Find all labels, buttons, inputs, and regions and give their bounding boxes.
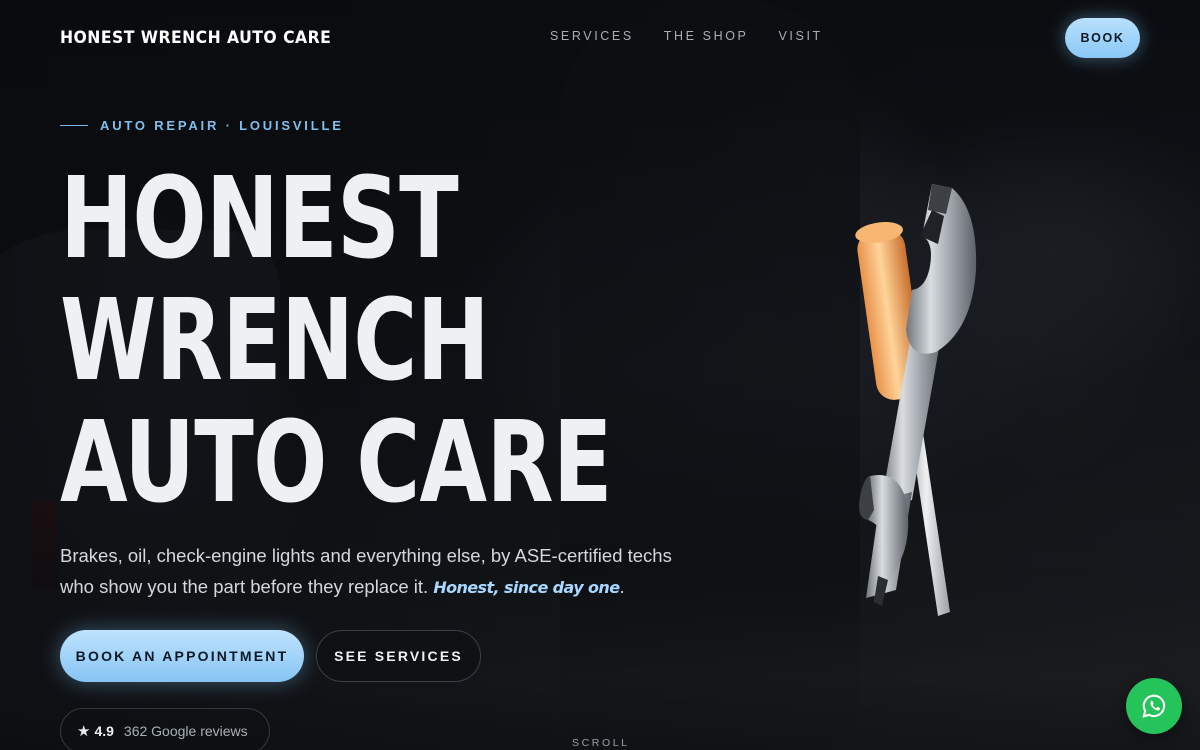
star-icon: ★ [77, 723, 91, 740]
nav-link-visit[interactable]: VISIT [779, 29, 823, 43]
wrench-screwdriver-illustration [840, 170, 1000, 630]
headline-line-3: AUTO CARE [60, 398, 613, 528]
review-rating: 4.9 [94, 723, 114, 739]
subtitle-emphasis: Honest, since day one [433, 578, 620, 597]
book-button[interactable]: BOOK [1065, 18, 1140, 58]
book-appointment-button[interactable]: BOOK AN APPOINTMENT [60, 630, 304, 682]
whatsapp-button[interactable] [1126, 678, 1182, 734]
scroll-indicator[interactable]: SCROLL [572, 737, 630, 749]
hero-subtitle: Brakes, oil, check-engine lights and eve… [60, 540, 680, 603]
see-services-button[interactable]: SEE SERVICES [316, 630, 481, 682]
eyebrow-rule [60, 124, 88, 127]
nav-links: SERVICES THE SHOP VISIT [550, 29, 823, 43]
review-count: 362 Google reviews [123, 723, 248, 739]
whatsapp-icon [1142, 694, 1166, 718]
eyebrow-text: AUTO REPAIR · LOUISVILLE [100, 118, 344, 133]
headline-line-2: WRENCH [60, 276, 490, 406]
subtitle-end: . [619, 576, 625, 597]
hero-headline: HONEST WRENCH AUTO CARE [60, 154, 613, 528]
google-reviews-badge[interactable]: ★ 4.9 362 Google reviews [60, 708, 270, 750]
nav-link-services[interactable]: SERVICES [550, 29, 634, 43]
top-nav: HONEST WRENCH AUTO CARE SERVICES THE SHO… [0, 0, 1200, 76]
hero-eyebrow: AUTO REPAIR · LOUISVILLE [60, 118, 344, 133]
nav-link-the-shop[interactable]: THE SHOP [664, 29, 749, 43]
headline-line-1: HONEST [60, 154, 459, 284]
site-logo[interactable]: HONEST WRENCH AUTO CARE [60, 28, 331, 48]
